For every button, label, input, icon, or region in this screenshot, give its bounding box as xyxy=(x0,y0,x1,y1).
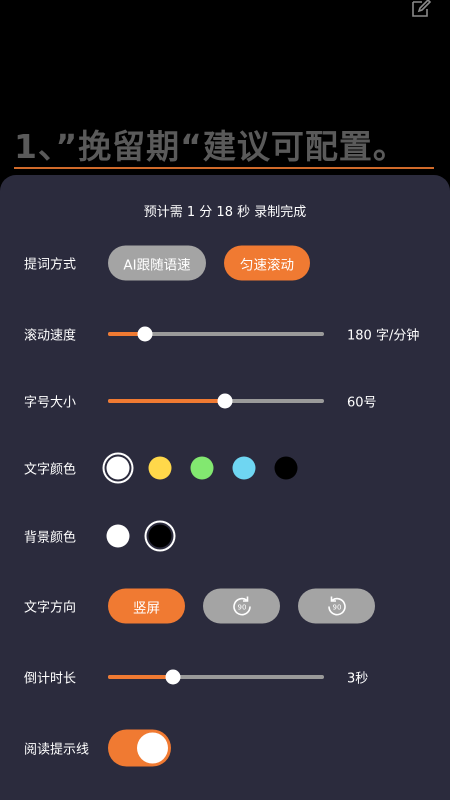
rotate-left-button[interactable]: 90 xyxy=(298,588,375,624)
text-color-swatch[interactable] xyxy=(106,456,130,480)
slider-fill xyxy=(108,399,225,403)
edit-icon[interactable] xyxy=(410,0,432,18)
rotate-badge-text: 90 xyxy=(237,603,246,611)
countdown-label: 倒计时长 xyxy=(24,671,77,687)
rotate-right-button[interactable]: 90 xyxy=(203,588,280,624)
rotate-left-90-icon: 90 xyxy=(327,596,346,615)
script-text: 1、”挽留期“建议可配置。 xyxy=(14,127,407,166)
font-size-label: 字号大小 xyxy=(24,395,77,411)
text-direction-label: 文字方向 xyxy=(24,600,77,616)
scroll-speed-label: 滚动速度 xyxy=(24,328,77,344)
slider-thumb[interactable] xyxy=(137,326,153,342)
rotate-badge-text: 90 xyxy=(332,603,341,611)
ai-follow-speed-button[interactable]: AI跟随语速 xyxy=(108,245,206,281)
slider-thumb[interactable] xyxy=(217,393,233,409)
text-color-label: 文字颜色 xyxy=(24,462,77,478)
text-color-swatch[interactable] xyxy=(274,456,298,480)
rotate-right-90-icon: 90 xyxy=(232,596,251,615)
guide-line-label: 阅读提示线 xyxy=(24,742,90,758)
text-color-swatch[interactable] xyxy=(232,456,256,480)
reading-guide-line xyxy=(14,167,434,169)
bg-color-swatch[interactable] xyxy=(148,524,172,548)
portrait-button[interactable]: 竖屏 xyxy=(108,588,185,624)
toggle-knob xyxy=(137,732,168,764)
text-color-swatch[interactable] xyxy=(148,456,172,480)
bg-color-label: 背景颜色 xyxy=(24,530,77,546)
slider-fill xyxy=(108,675,173,679)
bg-color-swatch[interactable] xyxy=(106,524,130,548)
countdown-slider[interactable] xyxy=(108,669,324,685)
guide-line-toggle[interactable] xyxy=(108,729,171,767)
settings-panel: 预计需 1 分 18 秒 录制完成 提词方式 AI跟随语速 匀速滚动 滚动速度 … xyxy=(0,175,450,800)
scroll-speed-value: 180 字/分钟 xyxy=(347,328,420,344)
uniform-scroll-button[interactable]: 匀速滚动 xyxy=(224,245,310,281)
prompt-mode-label: 提词方式 xyxy=(24,257,77,273)
text-color-swatch[interactable] xyxy=(190,456,214,480)
font-size-value: 60号 xyxy=(347,395,377,411)
countdown-value: 3秒 xyxy=(347,671,369,687)
recording-estimate: 预计需 1 分 18 秒 录制完成 xyxy=(143,205,307,220)
slider-thumb[interactable] xyxy=(165,669,181,685)
scroll-speed-slider[interactable] xyxy=(108,326,324,342)
font-size-slider[interactable] xyxy=(108,393,324,409)
